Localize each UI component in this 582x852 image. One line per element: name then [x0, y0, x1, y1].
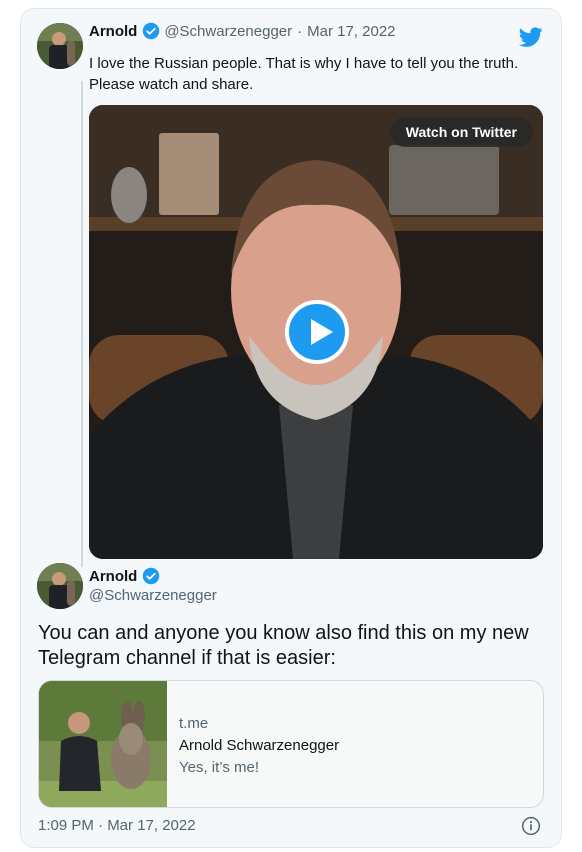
- info-icon[interactable]: [521, 816, 541, 836]
- link-domain: t.me: [179, 715, 209, 732]
- link-preview-card[interactable]: t.me Arnold Schwarzenegger Yes, it’s me!: [38, 680, 544, 808]
- video-player[interactable]: Watch on Twitter: [89, 105, 543, 559]
- author-name[interactable]: Arnold: [89, 568, 137, 585]
- thread-connector-line: [81, 81, 83, 567]
- author-name[interactable]: Arnold: [89, 23, 137, 40]
- link-thumbnail: [39, 681, 167, 807]
- tweet-text: I love the Russian people. That is why I…: [89, 55, 519, 93]
- tweet-timestamp[interactable]: 1:09 PM · Mar 17, 2022: [38, 817, 196, 834]
- embedded-tweet-card[interactable]: Arnold @Schwarzenegger · Mar 17, 2022 I …: [20, 8, 562, 848]
- avatar[interactable]: [37, 563, 83, 609]
- author-handle[interactable]: @Schwarzenegger: [164, 23, 292, 40]
- play-icon[interactable]: [285, 300, 349, 364]
- author-handle[interactable]: @Schwarzenegger: [89, 587, 217, 604]
- watch-on-twitter-button[interactable]: Watch on Twitter: [389, 117, 533, 147]
- separator-dot: ·: [297, 22, 303, 40]
- tweet-text: You can and anyone you know also find th…: [38, 622, 529, 669]
- verified-badge-icon: [143, 22, 160, 40]
- link-title: Arnold Schwarzenegger: [179, 737, 340, 754]
- verified-badge-icon: [143, 567, 160, 585]
- avatar[interactable]: [37, 23, 83, 69]
- twitter-bird-icon[interactable]: [519, 25, 543, 49]
- link-description: Yes, it’s me!: [179, 759, 260, 776]
- tweet-header: Arnold @Schwarzenegger · Mar 17, 2022: [89, 22, 396, 40]
- tweet-date[interactable]: Mar 17, 2022: [307, 23, 395, 40]
- tweet-header: Arnold: [89, 567, 164, 585]
